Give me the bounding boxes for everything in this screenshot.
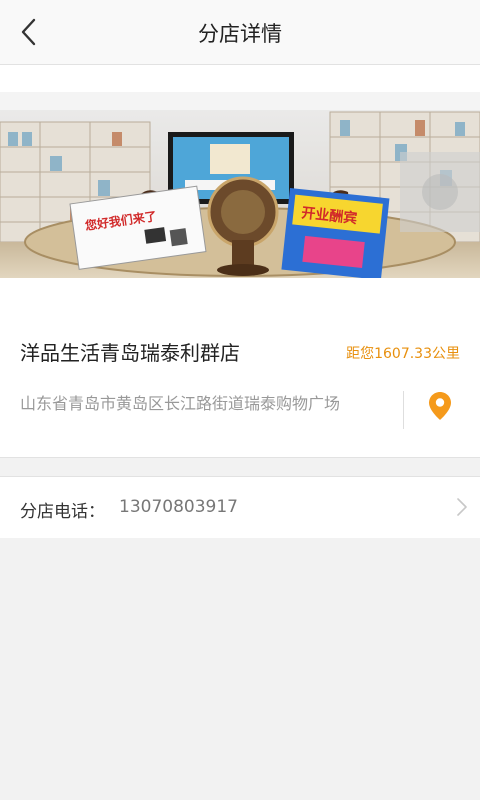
- store-photo: 您好我们来了 开业酬宾: [0, 92, 480, 278]
- location-button[interactable]: [422, 388, 458, 424]
- location-pin-icon: [429, 392, 451, 420]
- store-info-card: 您好我们来了 开业酬宾 洋品生活青岛瑞泰利群店 距您1607.33公里 山东省青…: [0, 65, 480, 458]
- divider: [403, 391, 404, 429]
- store-name: 洋品生活青岛瑞泰利群店: [20, 341, 240, 365]
- phone-row[interactable]: 分店电话： 13070803917: [0, 476, 480, 538]
- nav-bar: 分店详情: [0, 0, 480, 65]
- chevron-right-icon: [457, 498, 467, 516]
- page-title: 分店详情: [198, 22, 282, 46]
- phone-number: 13070803917: [119, 497, 238, 517]
- phone-label: 分店电话：: [20, 502, 105, 522]
- store-address: 山东省青岛市黄岛区长江路街道瑞泰购物广场: [20, 394, 341, 413]
- distance-label: 距您1607.33公里: [346, 346, 460, 362]
